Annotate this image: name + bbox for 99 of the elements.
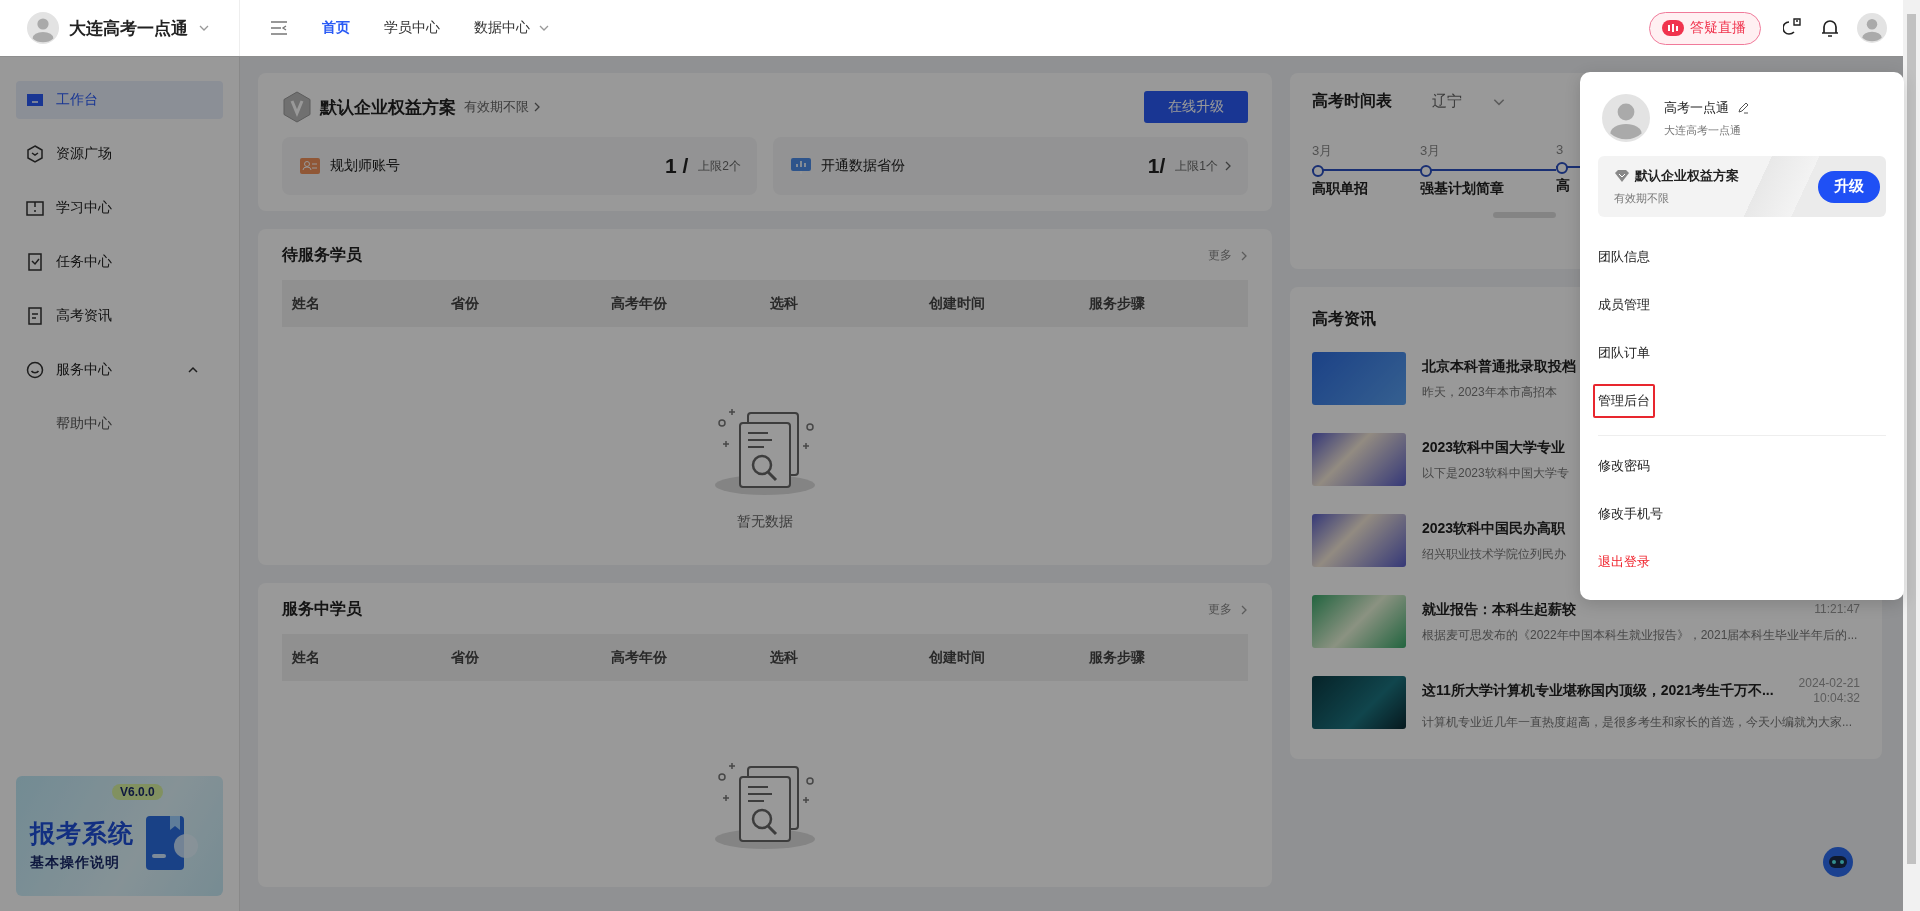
timeline-dot [1420, 165, 1432, 177]
event-month: 3 [1556, 142, 1564, 157]
quota-count: 1 / [664, 154, 689, 178]
avatar-icon[interactable] [27, 12, 59, 44]
section-title: 服务中学员 [282, 599, 362, 619]
chevron-right-icon [1224, 160, 1232, 172]
edit-pencil-icon[interactable] [1737, 101, 1749, 114]
news-title[interactable]: 北京本科普通批录取投档 [1422, 357, 1576, 376]
news-summary: 昨天，2023年本市高招本 [1422, 383, 1557, 400]
smiley-icon [26, 361, 44, 379]
news-summary: 根据麦可思发布的《2022年中国本科生就业报告》，2021届本科生毕业半年后的... [1422, 626, 1858, 643]
sidebar-item[interactable]: 高考资讯 [16, 297, 223, 335]
column-header: 高考年份 [610, 294, 668, 313]
empty-state-text: 暂无数据 [737, 513, 793, 531]
sidebar-item[interactable]: 帮助中心 [16, 405, 223, 443]
event-month: 3月 [1420, 142, 1441, 160]
menu-item[interactable]: 退出登录 [1593, 545, 1655, 579]
quota-limit: 上限2个 [698, 157, 741, 175]
region-select[interactable]: 辽宁 [1432, 92, 1506, 111]
avatar-icon[interactable] [1602, 94, 1650, 142]
column-header: 服务步骤 [1088, 294, 1146, 313]
sidebar-item[interactable]: 任务中心 [16, 243, 223, 281]
hexagon-icon [26, 145, 44, 163]
sidebar-item[interactable]: 资源广场 [16, 135, 223, 173]
timeline-dot [1556, 162, 1568, 174]
diamond-icon [1614, 169, 1630, 183]
menu-icon[interactable] [270, 21, 288, 35]
validity-link[interactable]: 有效期不限 [464, 98, 1136, 116]
banner-subtitle: 基本操作说明 [30, 853, 121, 872]
quota-limit[interactable]: 上限1个 [1175, 157, 1232, 175]
chevron-right-icon [1240, 603, 1248, 616]
banner-title: 报考系统 [30, 817, 134, 849]
event-label[interactable]: 高 [1556, 177, 1570, 195]
brand-name: 大连高考一点通 [69, 17, 188, 40]
robot-icon[interactable] [1822, 846, 1854, 878]
version-badge: V6.0.0 [112, 784, 163, 800]
section-title: 待服务学员 [282, 245, 362, 265]
id-card-icon [300, 158, 320, 174]
monitor-icon [26, 91, 44, 109]
upgrade-button[interactable]: 在线升级 [1144, 91, 1248, 123]
sidebar-item[interactable]: 服务中心 [16, 351, 223, 389]
column-header: 省份 [451, 648, 481, 667]
section-title: 高考资讯 [1312, 309, 1377, 329]
user-name: 高考一点通 [1664, 98, 1729, 117]
menu-item[interactable]: 管理后台 [1593, 384, 1655, 418]
menu-item[interactable]: 修改手机号 [1593, 497, 1668, 531]
news-summary: 绍兴职业技术学院位列民办 [1422, 545, 1566, 562]
v-badge-icon [282, 91, 312, 123]
news-title[interactable]: 2023软科中国民办高职 [1422, 519, 1566, 538]
plan-title: 默认企业权益方案 [1635, 167, 1739, 185]
bell-icon[interactable] [1821, 18, 1839, 38]
plan-title: 默认企业权益方案 [320, 96, 456, 119]
column-header: 创建时间 [929, 294, 987, 313]
nav-tab[interactable]: 首页 [322, 19, 350, 37]
column-header: 姓名 [292, 294, 321, 313]
avatar-icon[interactable] [1857, 13, 1887, 43]
news-date: 2024-02-21 [1798, 675, 1860, 691]
column-header: 省份 [451, 294, 481, 313]
column-header: 服务步骤 [1088, 648, 1146, 667]
quota-label: 开通数据省份 [821, 157, 906, 175]
live-button[interactable]: 答疑直播 [1649, 11, 1761, 45]
document-icon [26, 307, 44, 325]
menu-item[interactable]: 修改密码 [1593, 449, 1655, 483]
event-label[interactable]: 高职单招 [1312, 180, 1368, 198]
news-title[interactable]: 2023软科中国大学专业 [1422, 438, 1566, 457]
scrollbar[interactable] [1903, 0, 1920, 911]
upgrade-button[interactable]: 升级 [1818, 170, 1880, 203]
news-time: 11:21:47 [1814, 602, 1860, 617]
column-header: 创建时间 [929, 648, 987, 667]
column-header: 选科 [770, 648, 799, 667]
menu-item[interactable]: 团队信息 [1593, 240, 1655, 274]
news-title[interactable]: 就业报告：本科生起薪较 [1422, 600, 1576, 619]
column-header: 姓名 [292, 648, 321, 667]
news-title[interactable]: 这11所大学计算机专业堪称国内顶级，2021考生千万不... [1422, 681, 1774, 700]
sidebar-item[interactable]: 学习中心 [16, 189, 223, 227]
guide-banner[interactable]: V6.0.0 报考系统 基本操作说明 [16, 776, 223, 896]
news-summary: 以下是2023软科中国大学专 [1422, 464, 1569, 481]
menu-item[interactable]: 成员管理 [1593, 288, 1655, 322]
timeline-dot [1312, 165, 1324, 177]
menu-item[interactable]: 团队订单 [1593, 336, 1655, 370]
checklist-icon [26, 253, 44, 271]
book-icon [26, 199, 44, 217]
sidebar-item[interactable]: 工作台 [16, 81, 223, 119]
event-label[interactable]: 强基计划简章 [1420, 180, 1504, 198]
event-month: 3月 [1312, 142, 1333, 160]
quota-count: 1/ [1147, 154, 1166, 178]
nav-tab[interactable]: 学员中心 [384, 19, 440, 37]
section-title: 高考时间表 [1312, 91, 1392, 111]
chevron-right-icon [1240, 249, 1248, 262]
news-time: 10:04:32 [1813, 690, 1860, 706]
column-header: 高考年份 [610, 648, 668, 667]
news-summary: 计算机专业近几年一直热度超高，是很多考生和家长的首选，今天小编就为大家... [1422, 713, 1852, 730]
quota-label: 规划师账号 [330, 157, 401, 175]
live-bars-icon [1662, 20, 1684, 36]
chevron-right-icon [533, 101, 541, 113]
column-header: 选科 [770, 294, 799, 313]
plan-validity: 有效期不限 [1614, 191, 1670, 206]
organization-name: 大连高考一点通 [1664, 122, 1742, 138]
nav-tab[interactable]: 数据中心 [474, 19, 550, 37]
